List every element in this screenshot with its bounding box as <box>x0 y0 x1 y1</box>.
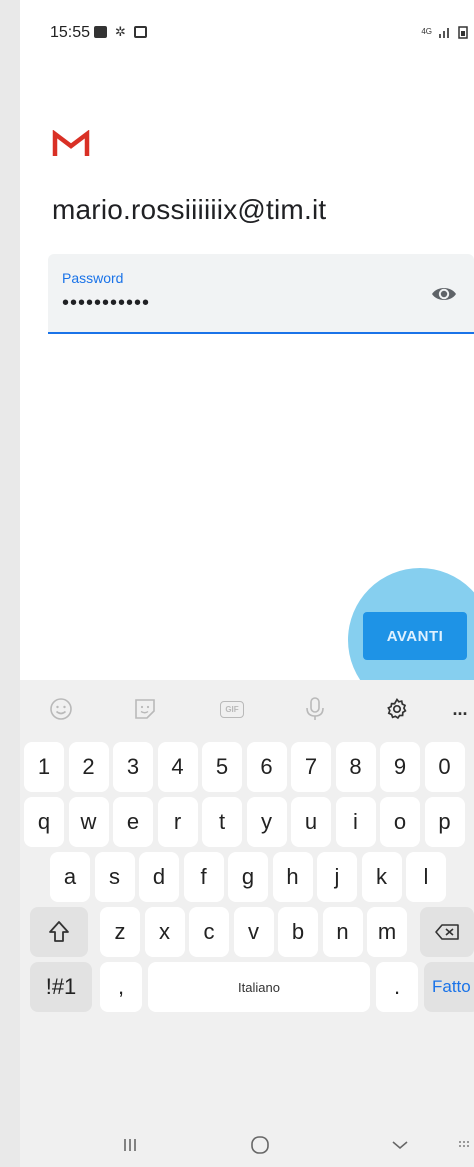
key-q[interactable]: q <box>24 797 64 847</box>
key-0[interactable]: 0 <box>424 742 465 792</box>
done-key[interactable]: Fatto <box>424 962 474 1012</box>
status-notification-icons: ✲ <box>94 24 147 40</box>
password-field[interactable]: Password ••••••••••• <box>48 254 474 334</box>
keyboard-toolbar: GIF ... <box>20 680 474 738</box>
key-s[interactable]: s <box>94 852 135 902</box>
key-a[interactable]: a <box>50 852 90 902</box>
home-icon[interactable] <box>248 1132 272 1158</box>
key-b[interactable]: b <box>278 907 318 957</box>
key-z[interactable]: z <box>100 907 140 957</box>
key-l[interactable]: l <box>406 852 446 902</box>
key-e[interactable]: e <box>113 797 153 847</box>
keyboard: GIF ... 1234567890 qwertyuiop asdf g h j k… <box>20 680 474 1167</box>
checkbox-notification-icon <box>133 26 147 38</box>
navigation-bar <box>20 1124 474 1167</box>
key-x[interactable]: x <box>144 907 185 957</box>
show-password-eye-icon[interactable] <box>430 284 458 304</box>
key-o[interactable]: o <box>380 797 420 847</box>
keyboard-settings-gear-icon[interactable] <box>382 694 412 724</box>
key-8[interactable]: 8 <box>335 742 376 792</box>
account-email: mario.rossiiiiiix@tim.it <box>52 194 327 225</box>
key-v[interactable]: v <box>233 907 274 957</box>
more-options-icon[interactable]: ... <box>450 694 470 724</box>
shift-key[interactable] <box>30 907 88 957</box>
key-r[interactable]: r <box>157 797 198 847</box>
key-2[interactable]: 2 <box>68 742 109 792</box>
gallery-icon <box>94 26 107 38</box>
key-u[interactable]: u <box>291 797 331 847</box>
keyboard-switch-icon[interactable] <box>456 1132 474 1158</box>
key-1[interactable]: 1 <box>24 742 64 792</box>
key-h[interactable]: h <box>272 852 313 902</box>
status-system-icons: 4G <box>421 24 468 40</box>
comma-key[interactable]: , <box>100 962 142 1012</box>
key-w[interactable]: w <box>68 797 109 847</box>
key-5[interactable]: 5 <box>202 742 242 792</box>
key-k[interactable]: k <box>361 852 402 902</box>
key-4[interactable]: 4 <box>157 742 198 792</box>
gif-icon[interactable]: GIF <box>216 694 248 724</box>
symbols-key[interactable]: !#1 <box>30 962 92 1012</box>
key-i[interactable]: i <box>335 797 376 847</box>
key-c[interactable]: c <box>189 907 229 957</box>
battery-icon <box>458 26 468 39</box>
key-6[interactable]: 6 <box>246 742 287 792</box>
status-time: 15:55 <box>50 24 91 41</box>
space-key[interactable]: Italiano <box>148 962 370 1012</box>
key-9[interactable]: 9 <box>380 742 420 792</box>
key-p[interactable]: p <box>424 797 465 847</box>
emoji-icon[interactable] <box>46 694 76 724</box>
key-3[interactable]: 3 <box>113 742 153 792</box>
key-d[interactable]: d <box>139 852 179 902</box>
network-type-icon: 4G <box>421 27 432 36</box>
sticker-icon[interactable] <box>130 694 160 724</box>
status-bar: 15:55 ✲ 4G <box>20 0 474 70</box>
microphone-icon[interactable] <box>300 694 330 724</box>
shift-arrow-icon <box>49 921 69 942</box>
recent-apps-icon[interactable] <box>118 1132 142 1158</box>
settings-notification-icon: ✲ <box>115 24 126 39</box>
phone-screen: 15:55 ✲ 4G mario.rossiiiiiix@tim.it Pass… <box>20 0 474 1167</box>
password-label: Password <box>62 270 124 286</box>
key-7[interactable]: 7 <box>291 742 331 792</box>
key-g[interactable]: g <box>228 852 268 902</box>
key-j[interactable]: j <box>317 852 357 902</box>
key-n[interactable]: n <box>322 907 363 957</box>
password-input[interactable]: ••••••••••• <box>62 292 150 315</box>
signal-icon <box>439 28 449 38</box>
period-key[interactable]: . <box>376 962 418 1012</box>
gmail-logo-icon <box>52 130 90 156</box>
backspace-key[interactable] <box>420 907 474 957</box>
backspace-icon <box>435 924 459 940</box>
hide-keyboard-icon[interactable] <box>388 1132 412 1158</box>
next-button[interactable]: AVANTI <box>363 612 467 660</box>
key-m[interactable]: m <box>367 907 407 957</box>
key-t[interactable]: t <box>202 797 242 847</box>
key-f[interactable]: f <box>183 852 224 902</box>
key-y[interactable]: y <box>246 797 287 847</box>
